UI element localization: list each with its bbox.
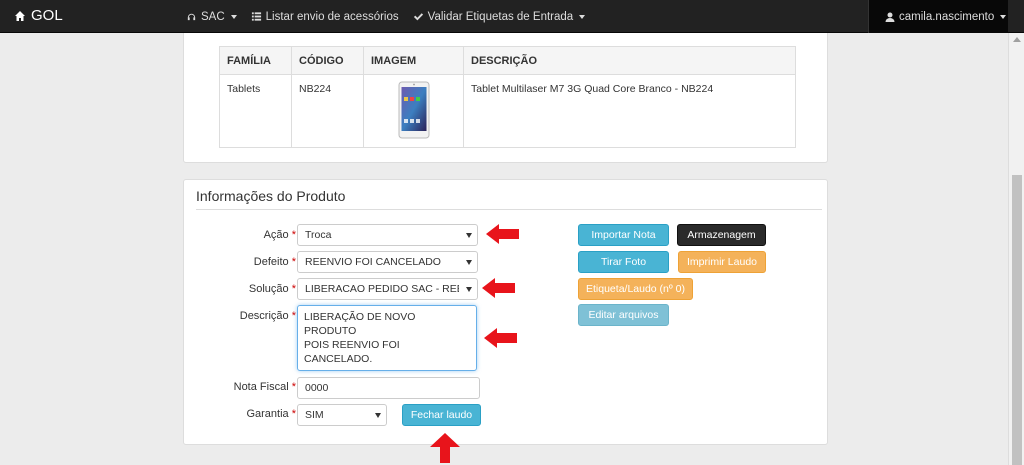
scroll-thumb[interactable]: [1012, 175, 1022, 465]
nav-listar-envio[interactable]: Listar envio de acessórios: [251, 11, 399, 23]
importar-nota-button[interactable]: Importar Nota: [578, 224, 669, 246]
caret-down-icon: [579, 14, 586, 19]
acao-label: Ação *: [186, 229, 296, 241]
acao-label-text: Ação: [263, 229, 289, 241]
imprimir-laudo-button[interactable]: Imprimir Laudo: [678, 251, 766, 273]
nav-sac[interactable]: SAC: [186, 11, 237, 23]
garantia-label-text: Garantia: [246, 408, 289, 420]
garantia-label: Garantia *: [186, 408, 296, 420]
user-icon: [885, 12, 895, 22]
fechar-laudo-button[interactable]: Fechar laudo: [402, 404, 481, 426]
annotation-arrow-left-icon: [486, 224, 519, 244]
header-familia: FAMÍLIA: [219, 46, 292, 75]
scroll-up-arrow-icon[interactable]: [1013, 37, 1021, 42]
product-panel: FAMÍLIA CÓDIGO IMAGEM DESCRIÇÃO Tablets …: [183, 33, 828, 163]
chevron-down-icon: [466, 287, 472, 292]
header-codigo: CÓDIGO: [291, 46, 364, 75]
garantia-select-value: SIM: [305, 409, 324, 421]
cell-codigo: NB224: [291, 74, 364, 148]
caret-down-icon: [230, 14, 237, 19]
brand-link[interactable]: GOL: [14, 7, 63, 24]
descricao-label-text: Descrição: [239, 310, 289, 322]
garantia-select[interactable]: SIM: [297, 404, 387, 426]
required-mark: *: [291, 256, 296, 268]
cell-descricao: Tablet Multilaser M7 3G Quad Core Branco…: [463, 74, 796, 148]
defeito-label-text: Defeito: [253, 256, 289, 268]
brand-name: GOL: [31, 7, 63, 24]
chevron-down-icon: [375, 413, 381, 418]
editar-arquivos-button[interactable]: Editar arquivos: [578, 304, 669, 326]
solucao-select-value: LIBERACAO PEDIDO SAC - REENVIO: [305, 283, 459, 295]
cell-imagem: [363, 74, 464, 148]
armazenagem-button[interactable]: Armazenagem: [677, 224, 766, 246]
nota-fiscal-label: Nota Fiscal *: [186, 381, 296, 393]
annotation-arrow-up-icon: [430, 433, 460, 463]
nota-fiscal-input[interactable]: 0000: [297, 377, 480, 399]
defeito-label: Defeito *: [186, 256, 296, 268]
header-imagem: IMAGEM: [363, 46, 464, 75]
annotation-arrow-left-icon: [484, 328, 517, 348]
nav-sac-label: SAC: [201, 10, 225, 23]
descricao-label: Descrição *: [186, 310, 296, 322]
table-header-row: FAMÍLIA CÓDIGO IMAGEM DESCRIÇÃO: [219, 46, 796, 75]
annotation-arrow-left-icon: [482, 278, 515, 298]
descricao-textarea[interactable]: LIBERAÇÃO DE NOVO PRODUTO POIS REENVIO F…: [297, 305, 477, 371]
user-name: camila.nascimento: [899, 10, 995, 23]
home-icon: [15, 10, 25, 21]
nota-fiscal-value: 0000: [305, 382, 329, 394]
acao-select[interactable]: Troca: [297, 224, 478, 246]
solucao-select[interactable]: LIBERACAO PEDIDO SAC - REENVIO: [297, 278, 478, 300]
nav-validar-etiquetas[interactable]: Validar Etiquetas de Entrada: [413, 11, 586, 23]
etiqueta-laudo-button[interactable]: Etiqueta/Laudo (nº 0): [578, 278, 693, 300]
user-menu[interactable]: camila.nascimento: [868, 0, 1008, 33]
descricao-line-2: POIS REENVIO FOI CANCELADO.: [304, 339, 400, 365]
nav-validar-etiquetas-label: Validar Etiquetas de Entrada: [427, 10, 574, 23]
panel-title: Informações do Produto: [196, 188, 346, 204]
page-scrollbar[interactable]: [1008, 33, 1024, 465]
cell-familia: Tablets: [219, 74, 292, 148]
required-mark: *: [291, 310, 296, 322]
chevron-down-icon: [466, 260, 472, 265]
caret-down-icon: [1000, 14, 1007, 19]
solucao-label: Solução *: [186, 283, 296, 295]
acao-select-value: Troca: [305, 229, 332, 241]
solucao-label-text: Solução: [248, 283, 289, 295]
table-row: Tablets NB224 Tablet Multilaser M7 3G Qu…: [219, 74, 796, 148]
chevron-down-icon: [466, 233, 472, 238]
product-tablet-image: [398, 81, 429, 139]
descricao-line-1: LIBERAÇÃO DE NOVO PRODUTO: [304, 311, 416, 337]
top-navbar: GOL SAC Listar envio de acessórios Valid…: [0, 0, 1024, 33]
nav-listar-envio-label: Listar envio de acessórios: [265, 10, 399, 23]
required-mark: *: [291, 381, 296, 393]
required-mark: *: [291, 229, 296, 241]
check-icon: [413, 13, 423, 21]
panel-divider: [196, 209, 822, 210]
tirar-foto-button[interactable]: Tirar Foto: [578, 251, 669, 273]
list-icon: [251, 12, 261, 21]
defeito-select-value: REENVIO FOI CANCELADO: [305, 256, 441, 268]
nota-fiscal-label-text: Nota Fiscal: [233, 381, 289, 393]
required-mark: *: [291, 408, 296, 420]
defeito-select[interactable]: REENVIO FOI CANCELADO: [297, 251, 478, 273]
product-table: FAMÍLIA CÓDIGO IMAGEM DESCRIÇÃO Tablets …: [219, 46, 796, 148]
required-mark: *: [291, 283, 296, 295]
headphones-icon: [187, 13, 196, 21]
header-descricao: DESCRIÇÃO: [463, 46, 796, 75]
